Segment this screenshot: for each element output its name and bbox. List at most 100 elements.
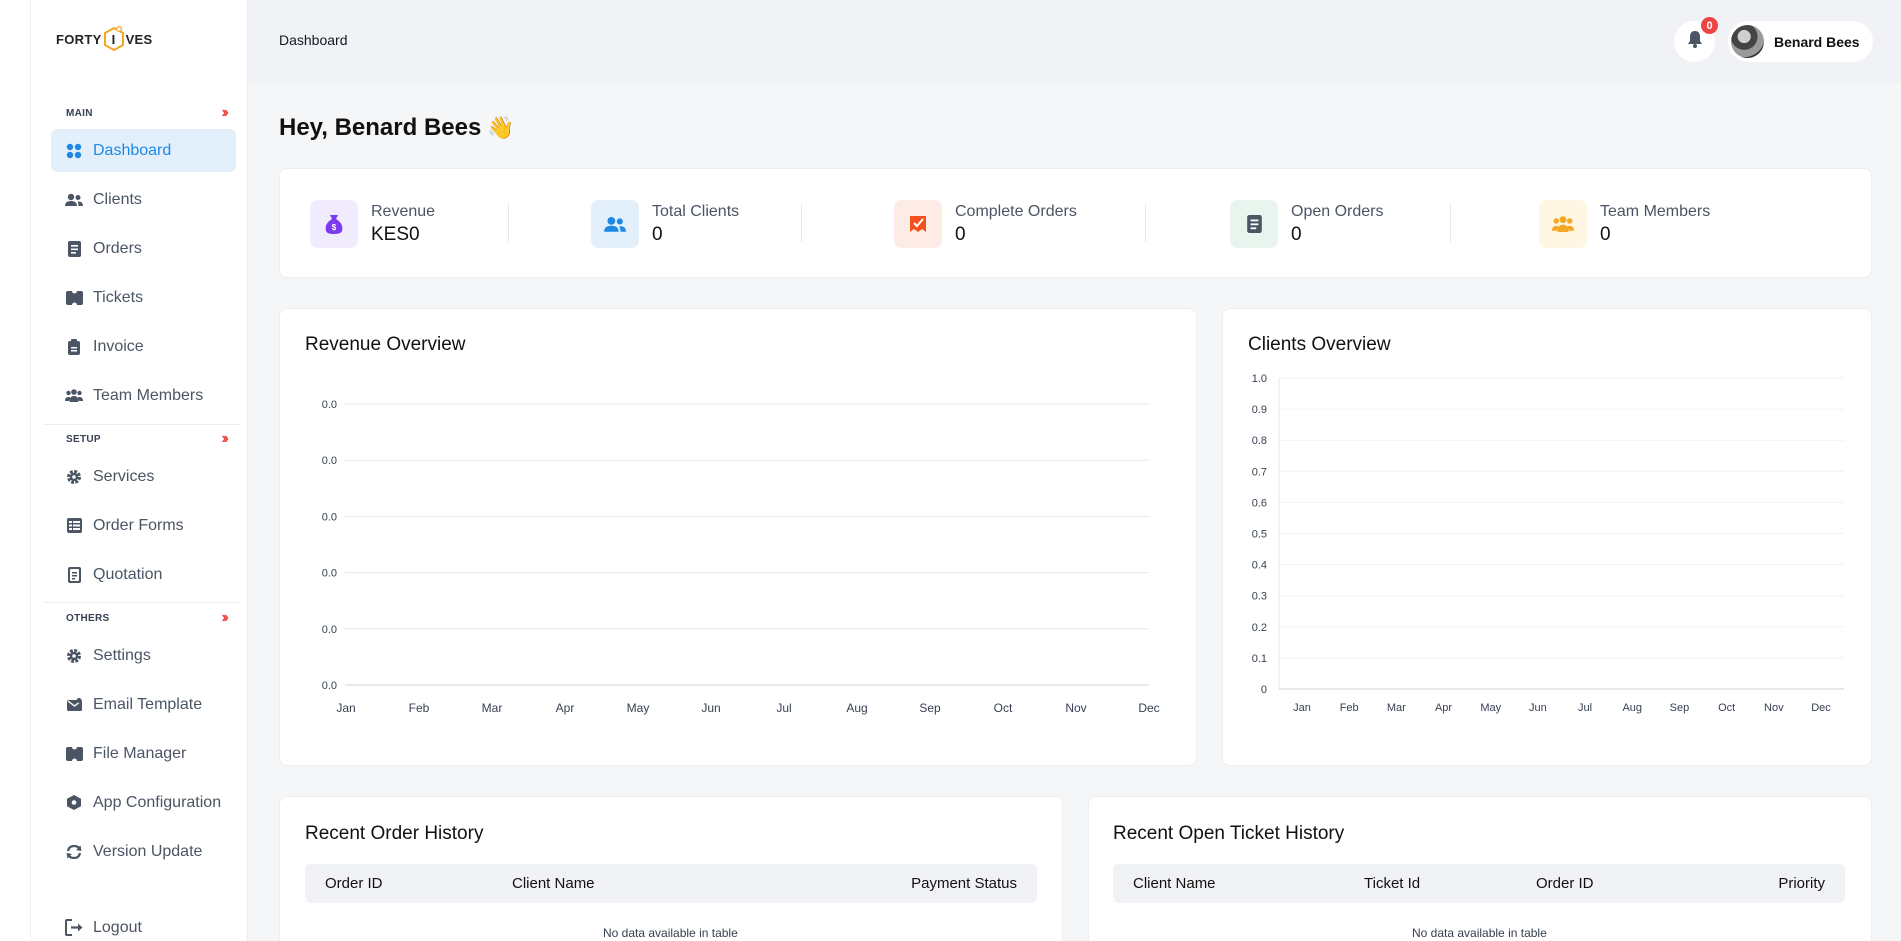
- logout-label: Logout: [93, 918, 142, 936]
- stat-complete-orders: Complete Orders 0: [894, 200, 1077, 248]
- sidebar-item-version-update[interactable]: Version Update: [51, 830, 236, 873]
- sidebar-item-label: Order Forms: [93, 516, 184, 534]
- sidebar-item-label: Clients: [93, 190, 142, 208]
- sidebar-item-email-template[interactable]: Email Template: [51, 683, 236, 726]
- x-tick-label: Dec: [1138, 701, 1159, 715]
- column-header[interactable]: Order ID: [1536, 875, 1594, 892]
- sidebar-item-label: App Configuration: [93, 793, 222, 811]
- x-tick-label: Feb: [409, 701, 430, 715]
- stat-divider: [1145, 204, 1146, 242]
- logout-button[interactable]: Logout: [51, 906, 236, 941]
- sidebar-item-label: File Manager: [93, 744, 187, 762]
- double-chevron-right-icon[interactable]: ››: [221, 609, 228, 627]
- y-tick-label: 0.0: [322, 511, 337, 523]
- section-divider: [44, 602, 240, 603]
- x-tick-label: Oct: [994, 701, 1013, 715]
- x-tick-label: Apr: [556, 701, 575, 715]
- sidebar-item-label: Tickets: [93, 288, 144, 306]
- orders-table-header: Order ID Client Name Payment Status: [305, 864, 1037, 903]
- sidebar-item-label: Invoice: [93, 337, 144, 355]
- section-label-text: OTHERS: [66, 613, 110, 624]
- stat-value: 0: [955, 224, 966, 246]
- bell-icon: [1687, 30, 1703, 53]
- stat-divider: [801, 204, 802, 242]
- y-tick-label: 0.4: [1252, 560, 1267, 572]
- sidebar-item-label: Quotation: [93, 565, 163, 583]
- x-tick-label: May: [627, 701, 650, 715]
- sidebar-item-label: Version Update: [93, 842, 203, 860]
- avatar: [1731, 25, 1764, 58]
- y-tick-label: 0.2: [1252, 622, 1267, 634]
- column-header[interactable]: Order ID: [325, 875, 383, 892]
- stat-divider: [1450, 204, 1451, 242]
- sidebar-item-team-members[interactable]: Team Members: [51, 374, 236, 417]
- column-header[interactable]: Client Name: [512, 875, 595, 892]
- x-tick-label: Feb: [1340, 702, 1359, 714]
- revenue-chart: 0.0 0.0 0.0 0.0 0.0 0.0 Jan Feb Mar Apr May Jun Jul A…: [322, 399, 1160, 715]
- recent-tickets-title: Recent Open Ticket History: [1113, 823, 1345, 844]
- x-tick-label: Jul: [776, 701, 791, 715]
- x-tick-label: Apr: [1435, 702, 1452, 714]
- quotation-icon: [65, 566, 83, 584]
- stat-label: Open Orders: [1291, 202, 1384, 220]
- column-header[interactable]: Payment Status: [911, 875, 1017, 892]
- x-tick-label: Mar: [482, 701, 503, 715]
- y-tick-label: 0.7: [1252, 466, 1267, 478]
- tickets-empty-text: No data available in table: [1412, 926, 1547, 940]
- sidebar-item-label: Email Template: [93, 695, 203, 713]
- user-name: Benard Bees: [1774, 33, 1860, 50]
- column-header[interactable]: Client Name: [1133, 875, 1216, 892]
- stat-label: Total Clients: [652, 202, 740, 220]
- sidebar-item-clients[interactable]: Clients: [51, 178, 236, 221]
- x-tick-label: Sep: [1670, 702, 1690, 714]
- logo[interactable]: FORTY I VES: [56, 26, 152, 52]
- sidebar-item-invoice[interactable]: Invoice: [51, 325, 236, 368]
- order-check-icon: [894, 200, 942, 248]
- sidebar-item-services[interactable]: Services: [51, 455, 236, 498]
- team-icon: [65, 387, 83, 405]
- stat-divider: [508, 204, 509, 242]
- y-tick-label: 0.6: [1252, 497, 1267, 509]
- breadcrumb: Dashboard: [279, 32, 348, 48]
- y-tick-label: 0.8: [1252, 435, 1267, 447]
- gear-icon: [65, 468, 83, 486]
- y-tick-label: 0.1: [1252, 653, 1267, 665]
- column-header[interactable]: Priority: [1778, 875, 1825, 892]
- stat-label: Team Members: [1600, 202, 1711, 220]
- sidebar-item-dashboard[interactable]: Dashboard: [51, 129, 236, 172]
- section-label-others: OTHERS ››: [66, 609, 229, 626]
- column-header[interactable]: Ticket Id: [1364, 875, 1420, 892]
- notification-count-badge: 0: [1701, 17, 1718, 34]
- x-tick-label: Jan: [1293, 702, 1311, 714]
- y-tick-label: 0.0: [322, 568, 337, 580]
- section-label-text: MAIN: [66, 108, 93, 119]
- user-menu-button[interactable]: Benard Bees: [1728, 21, 1873, 62]
- ticket-icon: [65, 289, 83, 307]
- sidebar-item-label: Services: [93, 467, 155, 485]
- sidebar-item-quotation[interactable]: Quotation: [51, 553, 236, 596]
- sidebar-item-orders[interactable]: Orders: [51, 227, 236, 270]
- y-tick-label: 0.5: [1252, 529, 1267, 541]
- sidebar-item-tickets[interactable]: Tickets: [51, 276, 236, 319]
- section-label-main: MAIN ››: [66, 104, 229, 121]
- stat-total-clients: Total Clients 0: [591, 200, 739, 248]
- double-chevron-right-icon[interactable]: ››: [221, 104, 228, 122]
- sidebar-edge: [30, 0, 31, 941]
- y-tick-label: 0.0: [322, 399, 337, 411]
- notifications-button[interactable]: 0: [1674, 17, 1718, 62]
- recent-orders-title: Recent Order History: [305, 823, 484, 844]
- section-divider: [44, 424, 240, 425]
- x-tick-label: Nov: [1764, 702, 1784, 714]
- waving-hand-icon: 👋: [487, 115, 515, 140]
- money-bag-icon: $: [310, 200, 358, 248]
- sidebar-item-app-configuration[interactable]: App Configuration: [51, 781, 236, 824]
- x-tick-label: Sep: [919, 701, 941, 715]
- sidebar-item-file-manager[interactable]: File Manager: [51, 732, 236, 775]
- sidebar-item-label: Settings: [93, 646, 151, 664]
- x-tick-label: Aug: [846, 701, 867, 715]
- y-tick-label: 0.9: [1252, 404, 1267, 416]
- sidebar-item-settings[interactable]: Settings: [51, 634, 236, 677]
- x-tick-label: Jul: [1578, 702, 1592, 714]
- double-chevron-right-icon[interactable]: ››: [221, 430, 228, 448]
- sidebar-item-order-forms[interactable]: Order Forms: [51, 504, 236, 547]
